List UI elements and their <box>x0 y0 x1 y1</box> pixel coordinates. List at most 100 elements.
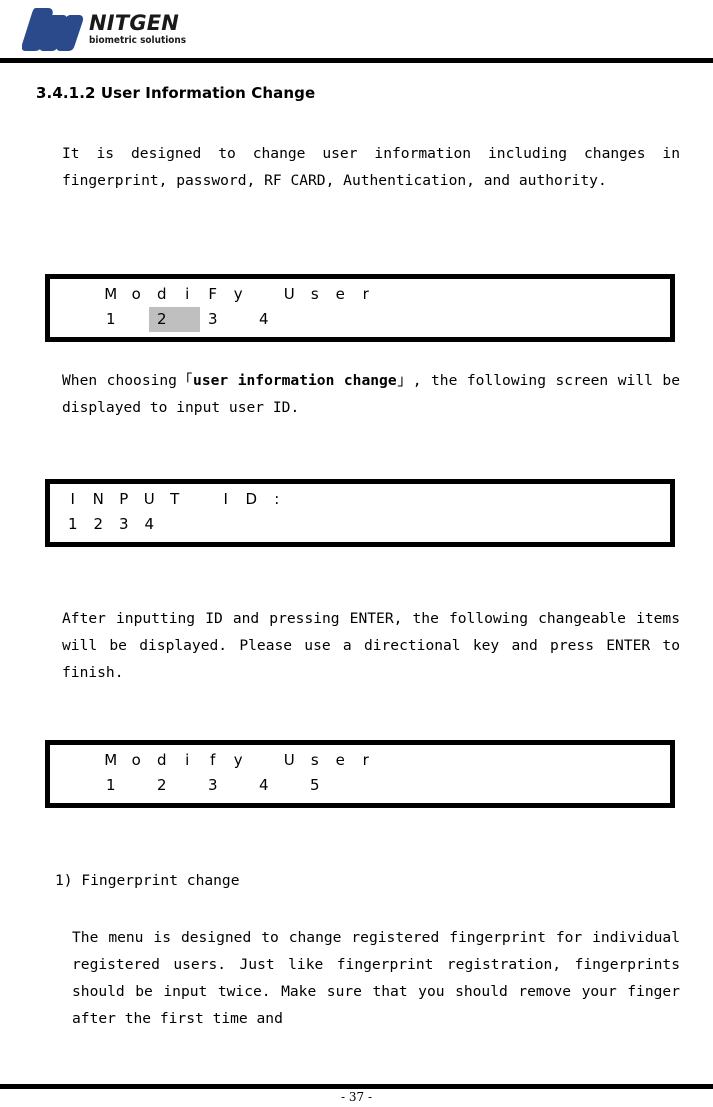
lcd-char <box>519 512 545 537</box>
lcd-char <box>481 282 507 307</box>
lcd-char <box>175 773 201 798</box>
lcd-char <box>443 487 469 512</box>
lcd-char: o <box>131 751 141 769</box>
lcd-char <box>239 512 265 537</box>
lcd-char <box>519 487 545 512</box>
lcd-char <box>251 282 277 307</box>
section-heading: 3.4.1.2 User Information Change <box>36 84 316 102</box>
lcd-char <box>315 487 341 512</box>
lcd-char <box>328 773 354 798</box>
lcd-char <box>430 773 456 798</box>
lcd-char <box>188 512 214 537</box>
lcd-char: I <box>70 490 75 508</box>
lcd-char <box>315 512 341 537</box>
lcd-char <box>608 307 634 332</box>
lcd-char: d <box>156 285 167 303</box>
logo-wordmark: NITGEN <box>89 11 180 35</box>
lcd-char <box>583 748 609 773</box>
lcd-char <box>379 748 405 773</box>
lcd-char <box>353 307 379 332</box>
lcd-char <box>366 512 392 537</box>
lcd-char: P <box>119 490 129 508</box>
lcd-char <box>226 773 252 798</box>
lcd-char <box>583 307 609 332</box>
lcd-right-edge <box>670 479 675 547</box>
lcd-char <box>583 282 609 307</box>
lcd-char <box>404 282 430 307</box>
lcd-char <box>545 512 571 537</box>
lcd-char <box>404 307 430 332</box>
lcd-screen-modify-user-menu: ModiFy User 1 2 3 4 <box>45 274 675 342</box>
lcd-char <box>162 512 188 537</box>
lcd-char <box>392 512 418 537</box>
lcd-char <box>468 512 494 537</box>
lcd-char <box>634 773 660 798</box>
lcd-char <box>506 307 532 332</box>
lcd-char <box>392 487 418 512</box>
footer-divider <box>0 1084 713 1089</box>
lcd-char <box>481 748 507 773</box>
lcd-row-1: INPUT ID: <box>60 484 670 512</box>
list-item-fingerprint-change: 1) Fingerprint change <box>55 872 240 889</box>
lcd-char: 5 <box>309 776 320 794</box>
lcd-right-edge <box>670 740 675 808</box>
lcd-char: e <box>335 285 345 303</box>
page-number: - 37 - <box>340 1090 372 1104</box>
lcd-char <box>353 773 379 798</box>
when-choosing-pre: When choosing「 <box>62 372 194 389</box>
lcd-char: T <box>170 490 180 508</box>
lcd-char <box>341 512 367 537</box>
lcd-char <box>379 773 405 798</box>
logo-tagline: biometric solutions <box>89 35 187 46</box>
lcd-row-2: 1 2 3 4 5 <box>60 773 670 798</box>
lcd-char-selected <box>174 307 200 332</box>
lcd-row-2: 1234 <box>60 512 670 537</box>
lcd-char <box>264 512 290 537</box>
lcd-char <box>494 512 520 537</box>
nitgen-logo: NITGEN biometric solutions <box>22 6 187 52</box>
lcd-char <box>532 282 558 307</box>
lcd-char: f <box>210 751 216 769</box>
lcd-char: N <box>92 490 104 508</box>
lcd-char: U <box>283 751 295 769</box>
lcd-char: y <box>233 285 243 303</box>
lcd-char: y <box>233 751 243 769</box>
lcd-char <box>481 307 507 332</box>
lcd-char: 3 <box>207 776 218 794</box>
lcd-char: e <box>335 751 345 769</box>
lcd-right-edge <box>670 274 675 342</box>
lcd-row-2: 1 2 3 4 <box>60 307 670 332</box>
lcd-char <box>506 773 532 798</box>
logo-bars-icon <box>22 8 84 51</box>
lcd-char <box>430 748 456 773</box>
lcd-char <box>455 282 481 307</box>
lcd-char: M <box>104 285 118 303</box>
lcd-screen-modify-user-items: Modi fy User 1 2 3 4 5 <box>45 740 675 808</box>
lcd-char <box>417 487 443 512</box>
lcd-char <box>634 282 660 307</box>
lcd-row-1: ModiFy User <box>60 279 670 307</box>
lcd-char <box>545 487 571 512</box>
lcd-char: I <box>223 490 228 508</box>
lcd-char: s <box>310 285 319 303</box>
lcd-char: 3 <box>207 310 218 328</box>
lcd-char <box>494 487 520 512</box>
lcd-char <box>596 487 622 512</box>
lcd-char <box>124 773 150 798</box>
lcd-char <box>226 307 252 332</box>
lcd-char <box>532 773 558 798</box>
lcd-char <box>443 512 469 537</box>
lcd-char <box>290 487 316 512</box>
lcd-char <box>596 512 622 537</box>
lcd-char <box>430 307 456 332</box>
when-choosing-bold: user information change <box>193 372 397 389</box>
lcd-char: s <box>310 751 319 769</box>
lcd-char <box>124 307 150 332</box>
header-divider <box>0 58 713 63</box>
lcd-char <box>455 307 481 332</box>
lcd-char <box>251 748 277 773</box>
lcd-char <box>532 748 558 773</box>
lcd-char: 4 <box>258 776 269 794</box>
lcd-char: U <box>143 490 155 508</box>
lcd-char: i <box>185 285 190 303</box>
